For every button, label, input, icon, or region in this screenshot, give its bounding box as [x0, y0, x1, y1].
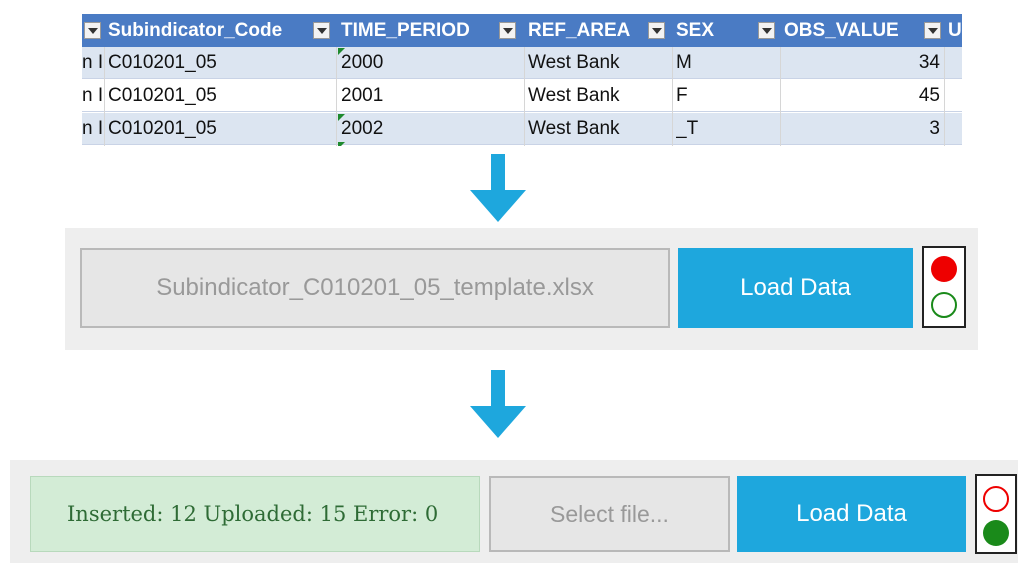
grid-line [672, 47, 673, 146]
arrow-down-icon [470, 370, 526, 438]
cell-obs-value[interactable]: 3 [780, 113, 940, 144]
load-data-button[interactable]: Load Data [678, 248, 913, 328]
status-indicator [922, 246, 966, 328]
header-sex[interactable]: SEX [672, 14, 780, 47]
cell-time-period[interactable]: 2001 [341, 80, 521, 111]
cell-time-period[interactable]: 2002 [341, 113, 521, 144]
red-light-icon [983, 486, 1009, 512]
number-as-text-indicator-icon [338, 142, 345, 146]
load-data-button[interactable]: Load Data [737, 476, 966, 552]
cell-subindicator-code[interactable]: C010201_05 [108, 80, 332, 111]
table-row[interactable]: n I C010201_05 2000 West Bank M 34 [82, 47, 962, 79]
cell-prev[interactable]: n I [82, 113, 102, 144]
header-subindicator-code[interactable]: Subindicator_Code [104, 14, 334, 47]
cell-ref-area[interactable]: West Bank [528, 47, 668, 78]
header-time-period[interactable]: TIME_PERIOD [336, 14, 522, 47]
upload-panel-after: Inserted: 12 Uploaded: 15 Error: 0 Selec… [10, 460, 1018, 563]
number-as-text-indicator-icon [338, 114, 345, 121]
arrow-down-icon [470, 154, 526, 222]
filter-dropdown-icon[interactable] [758, 22, 775, 39]
number-as-text-indicator-icon [338, 48, 345, 55]
filter-dropdown-icon[interactable] [648, 22, 665, 39]
filter-dropdown-icon[interactable] [499, 22, 516, 39]
red-light-icon [931, 256, 957, 282]
header-ref-area[interactable]: REF_AREA [524, 14, 672, 47]
header-obs-value[interactable]: OBS_VALUE [780, 14, 946, 47]
select-file-button[interactable]: Select file... [489, 476, 730, 552]
table-row[interactable]: n I C010201_05 2002 West Bank _T 3 [82, 113, 962, 145]
cell-obs-value[interactable]: 34 [780, 47, 940, 78]
cell-sex[interactable]: M [676, 47, 776, 78]
cell-obs-value[interactable]: 45 [780, 80, 940, 111]
cell-ref-area[interactable]: West Bank [528, 113, 668, 144]
cell-prev[interactable]: n I [82, 80, 102, 111]
filter-dropdown-icon[interactable] [924, 22, 941, 39]
grid-line [944, 47, 945, 146]
table-row[interactable]: n I C010201_05 2001 West Bank F 45 [82, 80, 962, 112]
cell-subindicator-code[interactable]: C010201_05 [108, 47, 332, 78]
green-light-icon [983, 520, 1009, 546]
cell-sex[interactable]: F [676, 80, 776, 111]
grid-line [104, 47, 105, 146]
status-indicator [975, 474, 1017, 554]
grid-line [336, 47, 337, 146]
filter-dropdown-icon[interactable] [84, 22, 101, 39]
cell-subindicator-code[interactable]: C010201_05 [108, 113, 332, 144]
header-next-col[interactable]: U [946, 14, 962, 47]
grid-line [524, 47, 525, 146]
grid-line [780, 47, 781, 146]
cell-time-period[interactable]: 2000 [341, 47, 521, 78]
cell-prev[interactable]: n I [82, 47, 102, 78]
cell-sex[interactable]: _T [676, 113, 776, 144]
upload-panel-before: Subindicator_C010201_05_template.xlsx Lo… [65, 228, 978, 350]
header-prev-col[interactable] [82, 14, 104, 47]
spreadsheet-preview: Subindicator_Code TIME_PERIOD REF_AREA S… [82, 14, 962, 146]
green-light-icon [931, 292, 957, 318]
header-row: Subindicator_Code TIME_PERIOD REF_AREA S… [82, 14, 962, 47]
cell-ref-area[interactable]: West Bank [528, 80, 668, 111]
file-name-field[interactable]: Subindicator_C010201_05_template.xlsx [80, 248, 670, 328]
filter-dropdown-icon[interactable] [313, 22, 330, 39]
upload-result-message: Inserted: 12 Uploaded: 15 Error: 0 [30, 476, 480, 552]
